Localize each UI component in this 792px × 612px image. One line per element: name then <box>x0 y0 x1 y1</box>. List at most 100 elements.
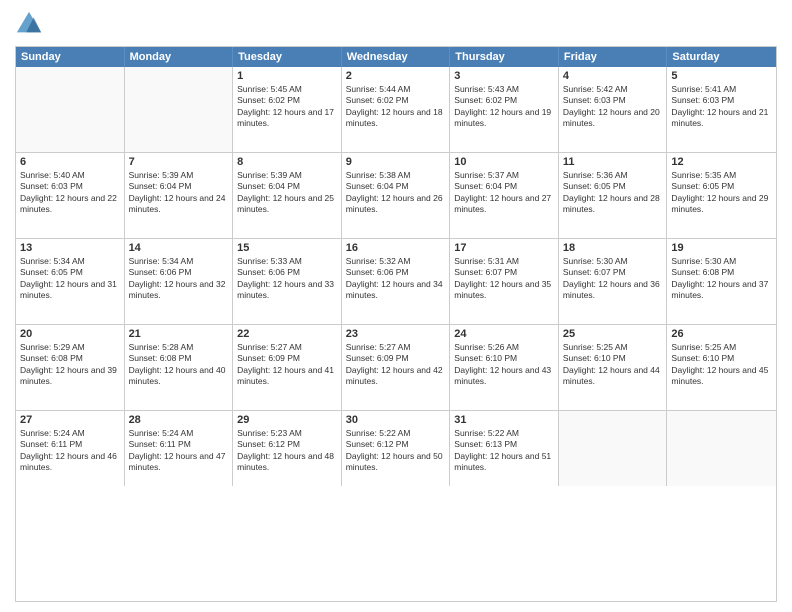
calendar-row-4: 27 Sunrise: 5:24 AMSunset: 6:11 PMDayligh… <box>16 410 776 486</box>
calendar-cell-2-0: 13 Sunrise: 5:34 AMSunset: 6:05 PMDayligh… <box>16 239 125 324</box>
day-number: 18 <box>563 242 663 254</box>
page: SundayMondayTuesdayWednesdayThursdayFrid… <box>0 0 792 612</box>
calendar-cell-1-2: 8 Sunrise: 5:39 AMSunset: 6:04 PMDaylight… <box>233 153 342 238</box>
day-number: 7 <box>129 156 229 168</box>
calendar-cell-1-4: 10 Sunrise: 5:37 AMSunset: 6:04 PMDayligh… <box>450 153 559 238</box>
calendar-cell-4-6 <box>667 411 776 486</box>
cell-info: Sunrise: 5:33 AMSunset: 6:06 PMDaylight:… <box>237 256 337 302</box>
cell-info: Sunrise: 5:26 AMSunset: 6:10 PMDaylight:… <box>454 342 554 388</box>
day-number: 21 <box>129 328 229 340</box>
cell-info: Sunrise: 5:27 AMSunset: 6:09 PMDaylight:… <box>237 342 337 388</box>
cell-info: Sunrise: 5:27 AMSunset: 6:09 PMDaylight:… <box>346 342 446 388</box>
calendar-row-1: 6 Sunrise: 5:40 AMSunset: 6:03 PMDaylight… <box>16 152 776 238</box>
cell-info: Sunrise: 5:41 AMSunset: 6:03 PMDaylight:… <box>671 84 772 130</box>
calendar-cell-4-0: 27 Sunrise: 5:24 AMSunset: 6:11 PMDayligh… <box>16 411 125 486</box>
cell-info: Sunrise: 5:35 AMSunset: 6:05 PMDaylight:… <box>671 170 772 216</box>
cell-info: Sunrise: 5:36 AMSunset: 6:05 PMDaylight:… <box>563 170 663 216</box>
calendar-cell-2-4: 17 Sunrise: 5:31 AMSunset: 6:07 PMDayligh… <box>450 239 559 324</box>
calendar-cell-4-5 <box>559 411 668 486</box>
day-number: 2 <box>346 70 446 82</box>
calendar-cell-1-6: 12Sunrise: 5:35 AMSunset: 6:05 PMDayligh… <box>667 153 776 238</box>
day-number: 3 <box>454 70 554 82</box>
day-number: 8 <box>237 156 337 168</box>
calendar-cell-0-0 <box>16 67 125 152</box>
calendar-cell-0-4: 3 Sunrise: 5:43 AMSunset: 6:02 PMDaylight… <box>450 67 559 152</box>
day-header-friday: Friday <box>559 47 668 67</box>
cell-info: Sunrise: 5:34 AMSunset: 6:05 PMDaylight:… <box>20 256 120 302</box>
day-number: 1 <box>237 70 337 82</box>
calendar-cell-3-4: 24 Sunrise: 5:26 AMSunset: 6:10 PMDayligh… <box>450 325 559 410</box>
cell-info: Sunrise: 5:38 AMSunset: 6:04 PMDaylight:… <box>346 170 446 216</box>
day-number: 5 <box>671 70 772 82</box>
calendar-row-2: 13 Sunrise: 5:34 AMSunset: 6:05 PMDayligh… <box>16 238 776 324</box>
cell-info: Sunrise: 5:42 AMSunset: 6:03 PMDaylight:… <box>563 84 663 130</box>
day-number: 19 <box>671 242 772 254</box>
day-header-tuesday: Tuesday <box>233 47 342 67</box>
calendar: SundayMondayTuesdayWednesdayThursdayFrid… <box>15 46 777 602</box>
cell-info: Sunrise: 5:39 AMSunset: 6:04 PMDaylight:… <box>237 170 337 216</box>
logo-icon <box>15 10 43 38</box>
day-header-wednesday: Wednesday <box>342 47 451 67</box>
calendar-cell-2-1: 14 Sunrise: 5:34 AMSunset: 6:06 PMDayligh… <box>125 239 234 324</box>
cell-info: Sunrise: 5:22 AMSunset: 6:12 PMDaylight:… <box>346 428 446 474</box>
header <box>15 10 777 38</box>
day-number: 6 <box>20 156 120 168</box>
cell-info: Sunrise: 5:30 AMSunset: 6:07 PMDaylight:… <box>563 256 663 302</box>
day-number: 27 <box>20 414 120 426</box>
calendar-cell-3-0: 20 Sunrise: 5:29 AMSunset: 6:08 PMDayligh… <box>16 325 125 410</box>
day-number: 11 <box>563 156 663 168</box>
day-number: 30 <box>346 414 446 426</box>
calendar-cell-2-2: 15Sunrise: 5:33 AMSunset: 6:06 PMDayligh… <box>233 239 342 324</box>
calendar-cell-2-3: 16Sunrise: 5:32 AMSunset: 6:06 PMDayligh… <box>342 239 451 324</box>
day-number: 16 <box>346 242 446 254</box>
day-number: 9 <box>346 156 446 168</box>
calendar-cell-2-6: 19 Sunrise: 5:30 AMSunset: 6:08 PMDayligh… <box>667 239 776 324</box>
day-header-monday: Monday <box>125 47 234 67</box>
day-number: 20 <box>20 328 120 340</box>
calendar-cell-0-3: 2 Sunrise: 5:44 AMSunset: 6:02 PMDaylight… <box>342 67 451 152</box>
cell-info: Sunrise: 5:37 AMSunset: 6:04 PMDaylight:… <box>454 170 554 216</box>
calendar-cell-1-5: 11 Sunrise: 5:36 AMSunset: 6:05 PMDayligh… <box>559 153 668 238</box>
calendar-row-0: 1 Sunrise: 5:45 AMSunset: 6:02 PMDaylight… <box>16 67 776 152</box>
cell-info: Sunrise: 5:39 AMSunset: 6:04 PMDaylight:… <box>129 170 229 216</box>
day-number: 26 <box>671 328 772 340</box>
calendar-cell-2-5: 18 Sunrise: 5:30 AMSunset: 6:07 PMDayligh… <box>559 239 668 324</box>
day-number: 10 <box>454 156 554 168</box>
day-number: 23 <box>346 328 446 340</box>
cell-info: Sunrise: 5:31 AMSunset: 6:07 PMDaylight:… <box>454 256 554 302</box>
cell-info: Sunrise: 5:43 AMSunset: 6:02 PMDaylight:… <box>454 84 554 130</box>
cell-info: Sunrise: 5:34 AMSunset: 6:06 PMDaylight:… <box>129 256 229 302</box>
cell-info: Sunrise: 5:23 AMSunset: 6:12 PMDaylight:… <box>237 428 337 474</box>
day-number: 22 <box>237 328 337 340</box>
day-number: 13 <box>20 242 120 254</box>
day-number: 31 <box>454 414 554 426</box>
calendar-cell-0-5: 4Sunrise: 5:42 AMSunset: 6:03 PMDaylight… <box>559 67 668 152</box>
cell-info: Sunrise: 5:24 AMSunset: 6:11 PMDaylight:… <box>20 428 120 474</box>
calendar-cell-3-5: 25Sunrise: 5:25 AMSunset: 6:10 PMDayligh… <box>559 325 668 410</box>
day-header-thursday: Thursday <box>450 47 559 67</box>
calendar-cell-0-6: 5 Sunrise: 5:41 AMSunset: 6:03 PMDaylight… <box>667 67 776 152</box>
calendar-header: SundayMondayTuesdayWednesdayThursdayFrid… <box>16 47 776 67</box>
calendar-cell-3-1: 21Sunrise: 5:28 AMSunset: 6:08 PMDayligh… <box>125 325 234 410</box>
calendar-cell-1-3: 9 Sunrise: 5:38 AMSunset: 6:04 PMDaylight… <box>342 153 451 238</box>
calendar-cell-0-1 <box>125 67 234 152</box>
calendar-cell-3-3: 23 Sunrise: 5:27 AMSunset: 6:09 PMDayligh… <box>342 325 451 410</box>
day-number: 24 <box>454 328 554 340</box>
cell-info: Sunrise: 5:40 AMSunset: 6:03 PMDaylight:… <box>20 170 120 216</box>
day-number: 29 <box>237 414 337 426</box>
cell-info: Sunrise: 5:25 AMSunset: 6:10 PMDaylight:… <box>563 342 663 388</box>
day-number: 28 <box>129 414 229 426</box>
day-number: 17 <box>454 242 554 254</box>
calendar-cell-4-4: 31Sunrise: 5:22 AMSunset: 6:13 PMDayligh… <box>450 411 559 486</box>
cell-info: Sunrise: 5:24 AMSunset: 6:11 PMDaylight:… <box>129 428 229 474</box>
day-number: 14 <box>129 242 229 254</box>
calendar-cell-4-2: 29 Sunrise: 5:23 AMSunset: 6:12 PMDayligh… <box>233 411 342 486</box>
cell-info: Sunrise: 5:30 AMSunset: 6:08 PMDaylight:… <box>671 256 772 302</box>
cell-info: Sunrise: 5:45 AMSunset: 6:02 PMDaylight:… <box>237 84 337 130</box>
calendar-cell-1-1: 7 Sunrise: 5:39 AMSunset: 6:04 PMDaylight… <box>125 153 234 238</box>
cell-info: Sunrise: 5:29 AMSunset: 6:08 PMDaylight:… <box>20 342 120 388</box>
calendar-body: 1 Sunrise: 5:45 AMSunset: 6:02 PMDaylight… <box>16 67 776 486</box>
calendar-row-3: 20 Sunrise: 5:29 AMSunset: 6:08 PMDayligh… <box>16 324 776 410</box>
calendar-cell-1-0: 6 Sunrise: 5:40 AMSunset: 6:03 PMDaylight… <box>16 153 125 238</box>
cell-info: Sunrise: 5:44 AMSunset: 6:02 PMDaylight:… <box>346 84 446 130</box>
